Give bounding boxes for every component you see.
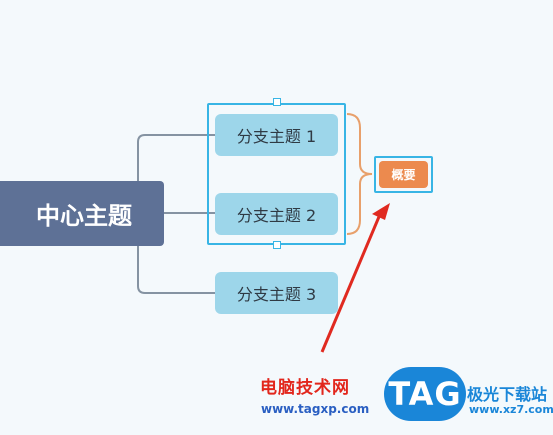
watermark-site-url: www.tagxp.com	[261, 402, 370, 416]
watermark-site-name: 电脑技术网	[260, 378, 350, 398]
mindmap-canvas[interactable]: 中心主题 分支主题 1 分支主题 2 分支主题 3 概要 电脑技术网 www.t…	[0, 0, 553, 435]
selection-handle-top[interactable]	[273, 98, 281, 106]
selection-frame	[207, 103, 346, 245]
annotation-arrow-head	[372, 203, 390, 220]
branch-topic-label: 分支主题 3	[236, 285, 317, 304]
central-topic[interactable]: 中心主题	[0, 181, 164, 246]
central-topic-label: 中心主题	[36, 202, 132, 230]
watermark-logo-badge: TAG	[384, 367, 466, 421]
watermark: 电脑技术网 www.tagxp.com TAG 极光下载站 www.xz7.co…	[255, 367, 553, 435]
summary-bracket	[346, 113, 373, 235]
watermark-site-name-2: 极光下载站	[467, 385, 548, 404]
branch-topic-3[interactable]: 分支主题 3	[215, 272, 338, 314]
selection-handle-bottom[interactable]	[273, 241, 281, 249]
watermark-site-url-2: www.xz7.com	[469, 403, 553, 416]
summary-topic[interactable]: 概要	[379, 161, 428, 188]
summary-label: 概要	[391, 168, 416, 182]
